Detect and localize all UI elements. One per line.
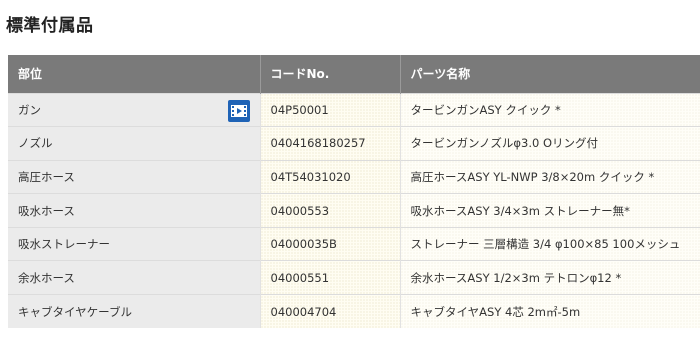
code-cell: 04P50001	[259, 92, 400, 127]
header-code: コードNo.	[259, 55, 400, 93]
part-cell: ノズル	[8, 126, 260, 161]
part-cell: 吸水ストレーナー	[8, 226, 260, 261]
table-row: ガン 04P50001 タービンガンASY クイック *	[8, 92, 700, 127]
part-name-cell: キャブタイヤASY 4芯 2m㎡-5m	[399, 294, 700, 329]
code-cell: 04000035B	[259, 226, 400, 261]
code-cell: 040004704	[259, 294, 400, 329]
part-cell: 吸水ホース	[8, 193, 260, 228]
part-name-cell: 吸水ホースASY 3/4×3m ストレーナー無*	[399, 193, 700, 228]
table-row: 吸水ホース 04000553 吸水ホースASY 3/4×3m ストレーナー無*	[8, 193, 700, 228]
part-name-cell: 高圧ホースASY YL-NWP 3/8×20m クイック *	[399, 159, 700, 194]
part-name-cell: 余水ホースASY 1/2×3m テトロンφ12 *	[399, 260, 700, 295]
code-cell: 0404168180257	[259, 126, 400, 161]
table-row: ノズル 0404168180257 タービンガンノズルφ3.0 Oリング付	[8, 126, 700, 161]
part-label: ガン	[18, 102, 41, 117]
table-header-row: 部位 コードNo. パーツ名称	[8, 55, 700, 93]
header-part-name: パーツ名称	[399, 55, 700, 93]
accessories-table: 部位 コードNo. パーツ名称 ガン 04P50001 タービンガンASY クイ…	[8, 55, 700, 329]
part-name-cell: ストレーナー 三層構造 3/4 φ100×85 100メッシュ	[399, 226, 700, 261]
video-button[interactable]	[227, 99, 250, 122]
part-name-cell: タービンガンASY クイック *	[399, 92, 700, 127]
table-row: 高圧ホース 04T54031020 高圧ホースASY YL-NWP 3/8×20…	[8, 159, 700, 194]
part-cell: 余水ホース	[8, 260, 260, 295]
table-row: 吸水ストレーナー 04000035B ストレーナー 三層構造 3/4 φ100×…	[8, 226, 700, 261]
part-cell: キャブタイヤケーブル	[8, 294, 260, 329]
part-cell: 高圧ホース	[8, 159, 260, 194]
code-cell: 04000553	[259, 193, 400, 228]
header-part: 部位	[8, 55, 260, 93]
part-cell: ガン	[8, 92, 260, 127]
page-title: 標準付属品	[6, 16, 94, 36]
table-row: キャブタイヤケーブル 040004704 キャブタイヤASY 4芯 2m㎡-5m	[8, 294, 700, 329]
table-row: 余水ホース 04000551 余水ホースASY 1/2×3m テトロンφ12 *	[8, 260, 700, 295]
code-cell: 04T54031020	[259, 159, 400, 194]
video-icon	[230, 104, 247, 117]
code-cell: 04000551	[259, 260, 400, 295]
part-name-cell: タービンガンノズルφ3.0 Oリング付	[399, 126, 700, 161]
